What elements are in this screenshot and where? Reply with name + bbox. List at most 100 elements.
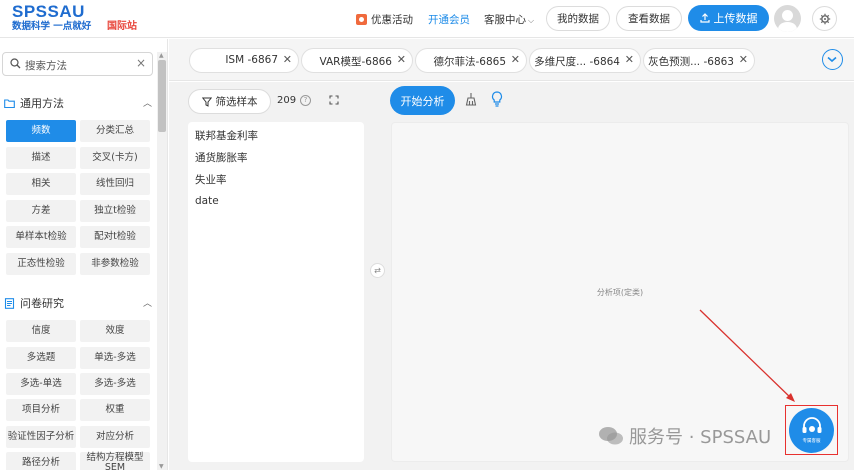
logo[interactable]: SPSSAU 数据科学 一点就好	[12, 3, 91, 34]
clear-icon[interactable]	[465, 92, 477, 106]
tab-label: 灰色预测... -6863	[648, 56, 734, 68]
method-frequency[interactable]: 频数	[6, 120, 76, 142]
swap-icon[interactable]: ⇄	[370, 263, 385, 278]
method-anova[interactable]: 方差	[6, 200, 76, 222]
upload-data-button[interactable]: 上传数据	[688, 5, 769, 31]
method-search-input[interactable]: 搜索方法 ×	[2, 52, 153, 76]
customer-support-button[interactable]: 专属客服	[789, 408, 834, 453]
method-path-analysis[interactable]: 路径分析	[6, 452, 76, 470]
close-icon[interactable]: ✕	[739, 53, 748, 66]
analysis-tabs-bar: ISM -6867 ✕ VAR模型-6866 ✕ 德尔菲法-6865 ✕ 多维尺…	[169, 39, 854, 81]
chevron-up-icon[interactable]: ︿	[143, 96, 152, 109]
close-icon[interactable]: ✕	[397, 53, 406, 66]
method-linear-regression[interactable]: 线性回归	[80, 173, 150, 195]
tab-label: ISM -6867	[225, 54, 278, 66]
method-reliability[interactable]: 信度	[6, 320, 76, 342]
variable-list: 联邦基金利率 通货膨胀率 失业率 date	[188, 122, 364, 462]
method-one-sample-t[interactable]: 单样本t检验	[6, 226, 76, 248]
document-icon	[4, 297, 15, 309]
method-weight[interactable]: 权重	[80, 399, 150, 421]
tab-grey-forecast[interactable]: 灰色预测... -6863 ✕	[643, 48, 755, 73]
service-menu[interactable]: 客服中心 ⌵	[484, 12, 534, 27]
method-cfa[interactable]: 验证性因子分析	[6, 426, 76, 448]
settings-button[interactable]	[812, 6, 837, 31]
vip-link[interactable]: 开通会员	[428, 12, 470, 27]
tab-delphi[interactable]: 德尔菲法-6865 ✕	[415, 48, 527, 73]
wechat-icon	[599, 427, 623, 445]
close-icon[interactable]: ✕	[511, 53, 520, 66]
sidebar-scrollbar[interactable]: ▲ ▼	[157, 52, 167, 470]
gear-icon	[819, 13, 830, 24]
method-single-multi[interactable]: 单选-多选	[80, 347, 150, 369]
method-nonparametric[interactable]: 非参数检验	[80, 253, 150, 275]
method-group-summary[interactable]: 分类汇总	[80, 120, 150, 142]
expand-tabs-button[interactable]	[822, 49, 843, 70]
variable-item[interactable]: date	[195, 195, 219, 207]
method-descriptive[interactable]: 描述	[6, 147, 76, 169]
method-multi-multi[interactable]: 多选-多选	[80, 373, 150, 395]
scrollbar-thumb[interactable]	[158, 60, 166, 132]
upload-icon	[699, 13, 710, 23]
close-icon[interactable]: ×	[136, 56, 146, 70]
support-label: 专属客服	[802, 439, 821, 444]
section-title: 问卷研究	[20, 297, 64, 310]
method-normality-test[interactable]: 正态性检验	[6, 253, 76, 275]
method-crosstab[interactable]: 交叉(卡方)	[80, 147, 150, 169]
tab-var-model[interactable]: VAR模型-6866 ✕	[301, 48, 413, 73]
method-paired-t[interactable]: 配对t检验	[80, 226, 150, 248]
method-item-analysis[interactable]: 项目分析	[6, 399, 76, 421]
avatar[interactable]	[774, 5, 801, 32]
variable-item[interactable]: 失业率	[195, 172, 227, 187]
tab-label: VAR模型-6866	[319, 56, 392, 68]
app-window: SPSSAU 数据科学 一点就好 国际站 优惠活动 开通会员 客服中心 ⌵ 我的数…	[0, 0, 854, 470]
filter-samples-button[interactable]: 筛选样本	[188, 89, 271, 114]
analysis-workspace: 筛选样本 209 ? 联邦基金利率 通货膨胀率 失业率 date ⇄ 开始分析 …	[169, 82, 854, 470]
filter-label: 筛选样本	[215, 96, 258, 108]
service-label: 客服中心	[484, 14, 526, 26]
section-general-methods[interactable]: 通用方法 ︿	[4, 94, 152, 112]
help-icon[interactable]: ?	[300, 95, 311, 106]
section-questionnaire[interactable]: 问卷研究 ︿	[4, 294, 152, 312]
gift-icon	[356, 14, 367, 25]
method-independent-t[interactable]: 独立t检验	[80, 200, 150, 222]
start-analysis-button[interactable]: 开始分析	[390, 86, 455, 115]
method-validity[interactable]: 效度	[80, 320, 150, 342]
lightbulb-icon[interactable]	[491, 91, 503, 107]
drop-zone-label: 分析项(定类)	[596, 288, 644, 297]
filter-icon	[201, 97, 212, 107]
variable-item[interactable]: 联邦基金利率	[195, 128, 258, 143]
chevron-down-icon: ⌵	[528, 16, 535, 25]
section-title: 通用方法	[20, 97, 64, 110]
intl-site-link[interactable]: 国际站	[107, 17, 137, 32]
fullscreen-icon[interactable]	[329, 95, 339, 105]
variable-item[interactable]: 通货膨胀率	[195, 150, 248, 165]
my-data-button[interactable]: 我的数据	[546, 6, 610, 31]
promo-label: 优惠活动	[371, 14, 413, 26]
top-header: SPSSAU 数据科学 一点就好 国际站 优惠活动 开通会员 客服中心 ⌵ 我的数…	[0, 0, 854, 38]
upload-label: 上传数据	[713, 12, 758, 25]
tab-label: 多维尺度... -6864	[534, 56, 620, 68]
scroll-down-icon[interactable]: ▼	[159, 463, 164, 470]
watermark-text: 服务号 · SPSSAU	[629, 427, 772, 448]
scroll-up-icon[interactable]: ▲	[159, 52, 164, 59]
method-multiple-choice[interactable]: 多选题	[6, 347, 76, 369]
method-sidebar: 搜索方法 × ▲ ▼ 通用方法 ︿ 频数 分类汇总 描述 交叉(卡方) 相关 线…	[0, 39, 168, 470]
close-icon[interactable]: ✕	[283, 53, 292, 66]
chevron-up-icon[interactable]: ︿	[143, 296, 152, 309]
headset-icon	[802, 417, 822, 433]
analysis-drop-zone[interactable]: 分析项(定类)	[391, 122, 849, 462]
logo-slogan: 数据科学 一点就好	[12, 21, 92, 32]
tab-ism[interactable]: ISM -6867 ✕	[189, 48, 299, 73]
method-correlation[interactable]: 相关	[6, 173, 76, 195]
search-icon	[10, 58, 21, 69]
method-multi-single[interactable]: 多选-单选	[6, 373, 76, 395]
chevron-down-icon	[827, 56, 837, 63]
promo-link[interactable]: 优惠活动	[356, 12, 413, 27]
view-data-button[interactable]: 查看数据	[616, 6, 682, 31]
close-icon[interactable]: ✕	[625, 53, 634, 66]
tab-mds[interactable]: 多维尺度... -6864 ✕	[529, 48, 641, 73]
logo-title: SPSSAU	[12, 2, 85, 21]
search-placeholder: 搜索方法	[25, 60, 67, 72]
method-correspondence[interactable]: 对应分析	[80, 426, 150, 448]
method-sem[interactable]: 结构方程模型SEM	[80, 452, 150, 470]
